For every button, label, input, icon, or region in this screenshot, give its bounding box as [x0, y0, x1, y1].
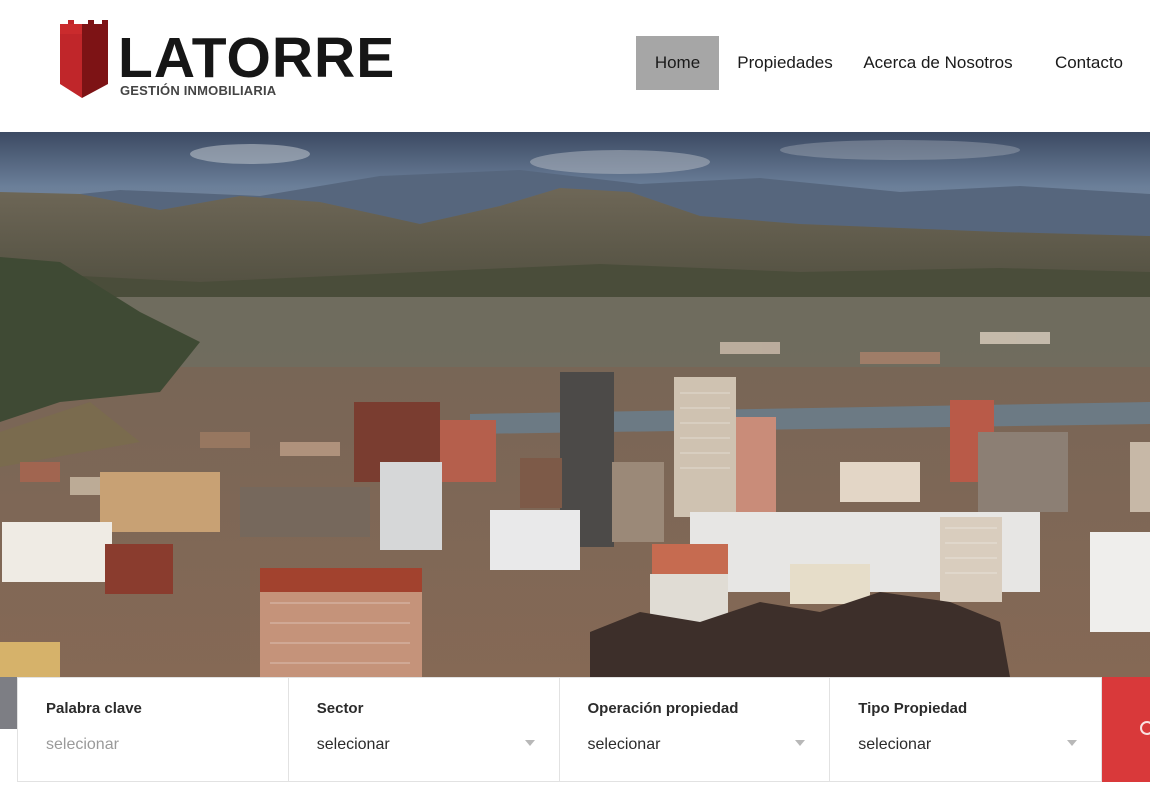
brand-name: LATORRE: [118, 26, 396, 90]
operation-label: Operación propiedad: [587, 700, 739, 717]
search-icon: [1140, 721, 1150, 735]
operation-select[interactable]: Operación propiedad selecionar: [560, 678, 831, 781]
nav-item-acerca[interactable]: Acerca de Nosotros: [851, 36, 1025, 90]
keyword-field[interactable]: Palabra clave selecionar: [18, 678, 289, 781]
chevron-down-icon[interactable]: [524, 740, 535, 746]
sector-label: Sector: [316, 700, 364, 717]
keyword-input[interactable]: selecionar: [46, 736, 119, 754]
nav-item-propiedades[interactable]: Propiedades: [719, 36, 851, 90]
operation-value[interactable]: selecionar: [588, 736, 661, 754]
brand-logo[interactable]: LATORRE GESTIÓN INMOBILIARIA: [58, 20, 398, 104]
nav-item-home[interactable]: Home: [636, 36, 719, 90]
nav-item-contacto[interactable]: Contacto: [1025, 36, 1123, 90]
chevron-down-icon[interactable]: [1067, 740, 1077, 746]
property-search-bar: Palabra clave selecionar Sector selecion…: [17, 677, 1102, 782]
property-type-value[interactable]: selecionar: [858, 736, 931, 754]
site-header: LATORRE GESTIÓN INMOBILIARIA Home Propie…: [0, 0, 1150, 132]
property-type-select[interactable]: Tipo Propiedad selecionar: [830, 678, 1101, 781]
tower-logo-icon: [60, 20, 108, 98]
search-button[interactable]: [1102, 677, 1150, 782]
property-type-label: Tipo Propiedad: [858, 700, 968, 717]
keyword-label: Palabra clave: [46, 700, 142, 717]
sector-select[interactable]: Sector selecionar: [289, 678, 560, 781]
main-nav: Home Propiedades Acerca de Nosotros Cont…: [636, 36, 1123, 90]
chevron-down-icon[interactable]: [795, 740, 806, 746]
brand-tagline: GESTIÓN INMOBILIARIA: [120, 83, 277, 98]
sector-value[interactable]: selecionar: [317, 736, 390, 754]
